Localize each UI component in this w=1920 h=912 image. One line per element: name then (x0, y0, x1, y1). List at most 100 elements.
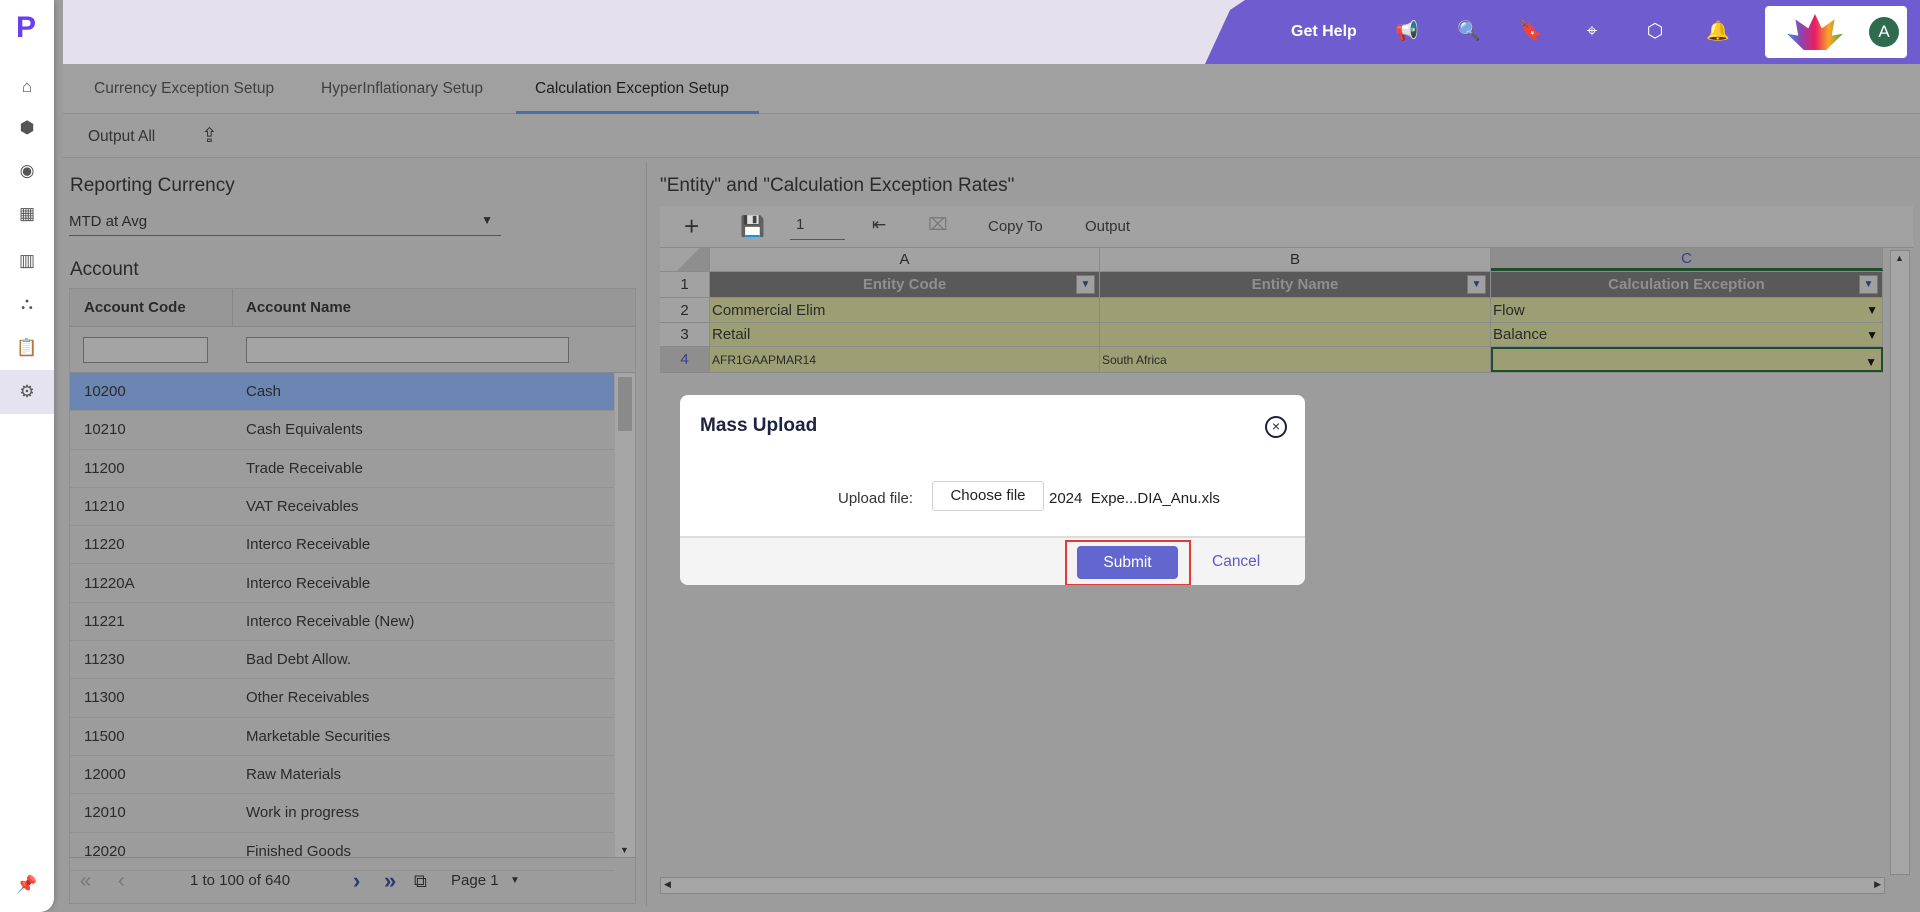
output-button[interactable]: Output (1085, 218, 1130, 235)
avatar[interactable]: A (1869, 17, 1899, 47)
sidebar-item-settings[interactable]: ⚙ (0, 370, 54, 414)
reporting-currency-dropdown[interactable]: MTD at Avg ▼ (69, 210, 501, 236)
close-icon[interactable]: × (1265, 416, 1287, 438)
grid-horizontal-scrollbar[interactable]: ◀ ▶ (660, 877, 1885, 894)
cell-dropdown-icon[interactable]: ▼ (1866, 298, 1878, 322)
tab-calculation-exception-setup[interactable]: Calculation Exception Setup (535, 80, 729, 98)
add-icon[interactable]: + (684, 211, 699, 242)
grid-cell[interactable]: Balance ▼ (1491, 323, 1883, 346)
table-row[interactable]: 11220A Interco Receivable (70, 565, 614, 603)
choose-file-button[interactable]: Choose file (932, 481, 1044, 511)
grid-header-cell: Entity Name ▼ (1100, 272, 1491, 297)
panel-divider (646, 162, 647, 906)
insert-column-icon[interactable]: ⇤ (872, 215, 886, 235)
account-code: 11210 (84, 497, 125, 515)
upload-icon[interactable]: ⇪ (201, 123, 218, 148)
grid-cell[interactable]: ▼ (1491, 347, 1883, 372)
grid-icon[interactable]: ▦ (14, 201, 40, 227)
megaphone-icon[interactable]: 📢 (1395, 20, 1419, 44)
table-row[interactable]: 10200 Cash (70, 373, 614, 412)
account-name: Work in progress (246, 804, 360, 822)
bookmark-icon[interactable]: 🔖 (1519, 20, 1543, 44)
row-number[interactable]: 1 (660, 272, 710, 297)
table-row[interactable]: 11300 Other Receivables (70, 679, 614, 718)
tab-currency-exception-setup[interactable]: Currency Exception Setup (94, 80, 274, 98)
box-icon[interactable]: ⬡ (1643, 20, 1667, 44)
table-row[interactable]: 11500 Marketable Securities (70, 718, 614, 756)
account-code-filter-input[interactable] (83, 337, 208, 363)
column-letter-a[interactable]: A (710, 248, 1100, 271)
filter-dropdown-icon[interactable]: ▼ (1467, 275, 1486, 294)
table-row[interactable]: 11230 Bad Debt Allow. (70, 641, 614, 680)
account-name: Marketable Securities (246, 727, 391, 745)
column-header-account-code[interactable]: Account Code (84, 289, 186, 327)
table-row[interactable]: 11221 Interco Receivable (New) (70, 603, 614, 642)
scrollbar-thumb[interactable] (618, 377, 632, 431)
table-row[interactable]: 11200 Trade Receivable (70, 450, 614, 488)
table-row[interactable]: 12010 Work in progress (70, 794, 614, 833)
table-row[interactable]: 11210 VAT Receivables (70, 488, 614, 527)
filter-row (70, 327, 635, 373)
crosshair-icon[interactable]: ⌖ (1580, 20, 1604, 44)
pin-icon[interactable]: 📌 (14, 872, 40, 898)
submit-button[interactable]: Submit (1077, 546, 1178, 579)
row-number[interactable]: 2 (660, 298, 710, 322)
cancel-button[interactable]: Cancel (1212, 553, 1260, 571)
grid-cell[interactable]: Flow ▼ (1491, 298, 1883, 322)
table-row[interactable]: 12020 Finished Goods (70, 833, 614, 871)
grid-toolbar: + 💾 1 ⇤ ⌧ Copy To Output (660, 206, 1913, 248)
grid-header-cell: Entity Code ▼ (710, 272, 1100, 297)
get-help-link[interactable]: Get Help (1291, 23, 1357, 41)
page-number-input[interactable]: 1 (790, 216, 845, 240)
grid-cell[interactable]: Retail (710, 323, 1100, 346)
grid-cell[interactable]: AFR1GAAPMAR14 (710, 347, 1100, 372)
grid-vertical-scrollbar[interactable]: ▲ (1890, 250, 1910, 875)
table-row[interactable]: 10210 Cash Equivalents (70, 411, 614, 450)
bell-icon[interactable]: 🔔 (1706, 20, 1730, 44)
cell-dropdown-icon[interactable]: ▼ (1866, 323, 1878, 346)
grid-cell[interactable]: South Africa (1100, 347, 1491, 372)
grid-cell[interactable] (1100, 298, 1491, 322)
header-label: Entity Name (1251, 276, 1339, 293)
account-code: 10210 (84, 421, 126, 439)
save-icon[interactable]: 💾 (740, 214, 765, 239)
column-header-account-name[interactable]: Account Name (246, 289, 351, 327)
column-letter-c[interactable]: C (1491, 248, 1883, 271)
cube-icon[interactable]: ⬢ (14, 115, 40, 141)
account-name: Trade Receivable (246, 459, 364, 477)
scroll-right-icon[interactable]: ▶ (1874, 879, 1881, 890)
app-logo[interactable]: P (16, 12, 38, 44)
clipboard-icon[interactable]: 📋 (14, 335, 40, 361)
grid-row: 2 Commercial Elim Flow ▼ (660, 298, 1883, 323)
hierarchy-icon[interactable]: ⛬ (14, 291, 40, 317)
scroll-down-icon[interactable]: ▼ (620, 845, 629, 855)
select-all-corner[interactable] (660, 248, 710, 271)
account-code: 11230 (84, 651, 125, 669)
account-name-filter-input[interactable] (246, 337, 569, 363)
target-icon[interactable]: ◉ (14, 158, 40, 184)
output-all-button[interactable]: Output All (88, 128, 155, 146)
row-number[interactable]: 3 (660, 323, 710, 346)
cell-dropdown-icon[interactable]: ▼ (1865, 349, 1877, 370)
table-scrollbar[interactable]: ▼ (615, 373, 635, 857)
chevron-down-icon: ▼ (481, 213, 493, 227)
header-label: Entity Code (862, 276, 947, 293)
grid-cell[interactable]: Commercial Elim (710, 298, 1100, 322)
home-icon[interactable]: ⌂ (14, 74, 40, 100)
scroll-left-icon[interactable]: ◀ (664, 879, 671, 890)
scroll-up-icon[interactable]: ▲ (1895, 253, 1904, 263)
table-row[interactable]: 12000 Raw Materials (70, 756, 614, 795)
row-number[interactable]: 4 (660, 347, 710, 372)
filter-dropdown-icon[interactable]: ▼ (1076, 275, 1095, 294)
header-label: Calculation Exception (1608, 276, 1765, 293)
filter-dropdown-icon[interactable]: ▼ (1859, 275, 1878, 294)
copy-to-button[interactable]: Copy To (988, 218, 1043, 235)
account-code: 11221 (84, 612, 125, 630)
delete-column-icon[interactable]: ⌧ (928, 215, 948, 235)
search-icon[interactable]: 🔍 (1457, 20, 1481, 44)
column-letter-b[interactable]: B (1100, 248, 1491, 271)
grid-cell[interactable] (1100, 323, 1491, 346)
table-row[interactable]: 11220 Interco Receivable (70, 526, 614, 565)
report-icon[interactable]: ▥ (14, 248, 40, 274)
tab-hyperinflationary-setup[interactable]: HyperInflationary Setup (321, 80, 483, 98)
